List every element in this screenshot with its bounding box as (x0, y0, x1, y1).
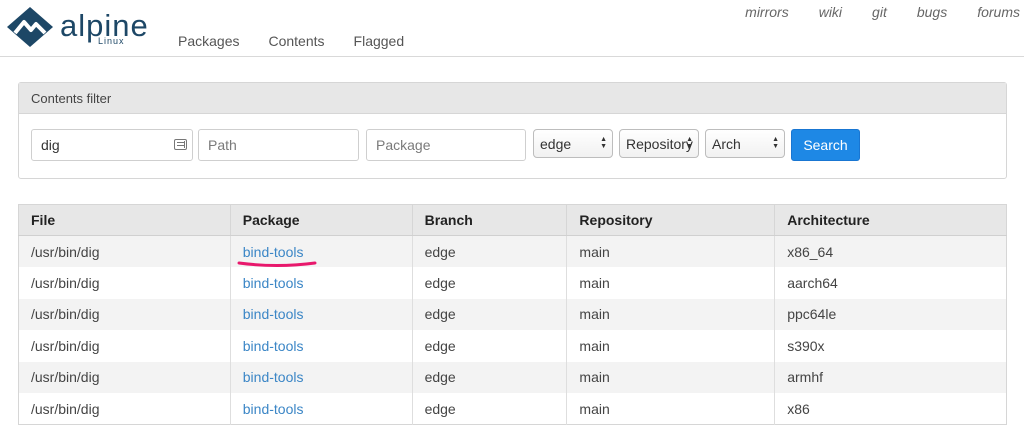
cell-branch: edge (412, 361, 568, 393)
package-link[interactable]: bind-tools (243, 338, 304, 354)
nav-wiki[interactable]: wiki (819, 4, 842, 20)
col-architecture: Architecture (774, 204, 1007, 236)
cell-repository: main (566, 393, 776, 425)
main-nav: Packages Contents Flagged (178, 33, 404, 49)
nav-bugs[interactable]: bugs (917, 4, 947, 20)
cell-architecture: x86 (774, 393, 1007, 425)
results-table: File Package Branch Repository Architect… (18, 204, 1007, 425)
nav-git[interactable]: git (872, 4, 887, 20)
cell-branch: edge (412, 393, 568, 425)
cell-file: /usr/bin/dig (18, 393, 231, 425)
cell-repository: main (566, 330, 776, 362)
cell-file: /usr/bin/dig (18, 267, 231, 299)
nav-mirrors[interactable]: mirrors (745, 4, 789, 20)
site-header: alpine Linux Packages Contents Flagged m… (0, 0, 1024, 57)
table-row: /usr/bin/dig bind-tools edge main x86 (18, 393, 1007, 425)
nav-contents[interactable]: Contents (268, 33, 324, 49)
cell-repository: main (566, 298, 776, 330)
select-arrows-icon: ▲ ▼ (686, 136, 693, 150)
panel-title: Contents filter (19, 83, 1006, 114)
cell-file: /usr/bin/dig (18, 298, 231, 330)
col-repository: Repository (566, 204, 776, 236)
highlight-underline (237, 261, 317, 267)
table-row: /usr/bin/dig bind-tools edge main armhf (18, 361, 1007, 393)
package-input[interactable] (366, 129, 526, 161)
arch-select-value: Arch (712, 136, 741, 152)
col-file: File (18, 204, 231, 236)
cell-branch: edge (412, 298, 568, 330)
cell-package: bind-tools (230, 330, 413, 362)
select-arrows-icon: ▲ ▼ (600, 136, 607, 150)
cell-repository: main (566, 267, 776, 299)
cell-architecture: s390x (774, 330, 1007, 362)
list-icon[interactable] (174, 139, 187, 150)
package-link[interactable]: bind-tools (243, 306, 304, 322)
cell-file: /usr/bin/dig (18, 235, 231, 267)
col-branch: Branch (412, 204, 568, 236)
contents-filter-panel: Contents filter edge ▲▼ Repository ▲▼ Ar… (18, 82, 1007, 179)
nav-flagged[interactable]: Flagged (354, 33, 405, 49)
package-link[interactable]: bind-tools (237, 243, 317, 267)
table-row: /usr/bin/dig bind-tools edge main s390x (18, 330, 1007, 362)
cell-package: bind-tools (230, 267, 413, 299)
repository-select-value: Repository (626, 136, 693, 152)
name-input[interactable] (31, 129, 193, 161)
mountain-logo-icon (7, 7, 53, 47)
arch-select[interactable]: Arch ▲ ▼ (705, 129, 785, 158)
cell-architecture: armhf (774, 361, 1007, 393)
package-link[interactable]: bind-tools (243, 401, 304, 417)
nav-packages[interactable]: Packages (178, 33, 239, 49)
repository-select[interactable]: Repository ▲ ▼ (619, 129, 699, 158)
package-link[interactable]: bind-tools (243, 275, 304, 291)
cell-package: bind-tools (230, 361, 413, 393)
package-link-label: bind-tools (242, 243, 304, 260)
path-input[interactable] (198, 129, 359, 161)
search-button[interactable]: Search (791, 129, 860, 161)
brand-sub: Linux (98, 36, 125, 46)
table-row: /usr/bin/dig bind-tools edge main aarch6… (18, 267, 1007, 299)
branch-select[interactable]: edge ▲ ▼ (533, 129, 613, 158)
filter-form: edge ▲▼ Repository ▲▼ Arch ▲▼ Search (19, 114, 1006, 178)
cell-architecture: aarch64 (774, 267, 1007, 299)
alpine-logo[interactable]: alpine Linux (6, 6, 156, 48)
cell-architecture: ppc64le (774, 298, 1007, 330)
col-package: Package (230, 204, 413, 236)
cell-repository: main (566, 361, 776, 393)
cell-branch: edge (412, 267, 568, 299)
cell-file: /usr/bin/dig (18, 361, 231, 393)
table-row: /usr/bin/dig bind-tools edge main ppc64l… (18, 298, 1007, 330)
cell-package: bind-tools (230, 393, 413, 425)
package-link[interactable]: bind-tools (243, 369, 304, 385)
cell-architecture: x86_64 (774, 235, 1007, 267)
table-header-row: File Package Branch Repository Architect… (18, 204, 1007, 236)
branch-select-value: edge (540, 136, 572, 152)
utility-nav: mirrors wiki git bugs forums (715, 4, 1020, 20)
cell-repository: main (566, 235, 776, 267)
table-row: /usr/bin/dig bind-tools edge main x86_64 (18, 235, 1007, 267)
nav-forums[interactable]: forums (977, 4, 1020, 20)
cell-package: bind-tools (230, 235, 413, 267)
cell-file: /usr/bin/dig (18, 330, 231, 362)
cell-package: bind-tools (230, 298, 413, 330)
select-arrows-icon: ▲ ▼ (772, 136, 779, 150)
cell-branch: edge (412, 235, 568, 267)
cell-branch: edge (412, 330, 568, 362)
